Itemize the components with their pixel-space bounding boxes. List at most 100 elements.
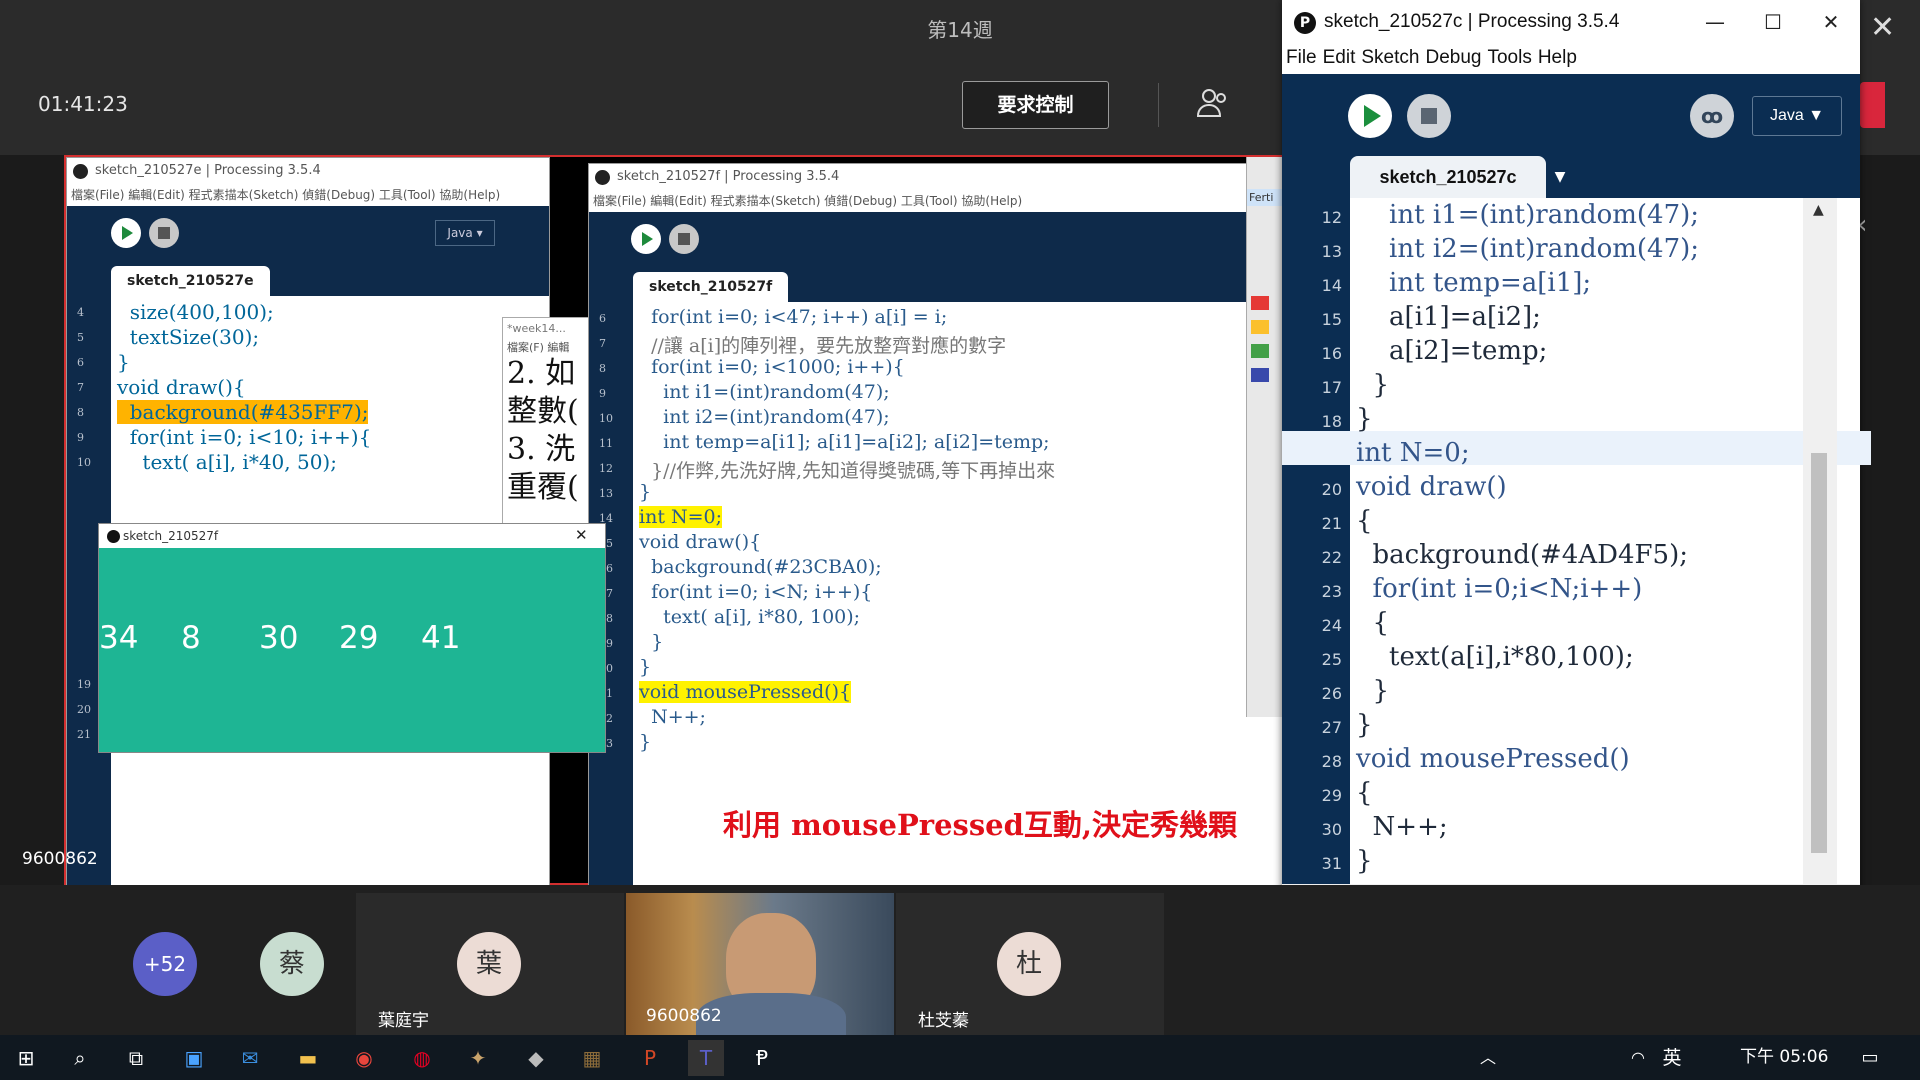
menu-tools[interactable]: Tools (1487, 47, 1531, 68)
more-participants-button[interactable]: +52 (133, 932, 197, 996)
code-line[interactable]: } (1356, 846, 1373, 876)
code-line[interactable]: void draw(){ (117, 375, 246, 399)
run-button[interactable] (111, 218, 141, 248)
menu-file[interactable]: File (1286, 47, 1317, 68)
menu-sketch[interactable]: Sketch (1361, 47, 1419, 68)
code-line[interactable]: } (639, 481, 651, 503)
tab-sketch-c[interactable]: sketch_210527c (1350, 156, 1546, 198)
scrollbar-thumb[interactable] (1811, 453, 1827, 853)
code-line[interactable]: //讓 a[i]的陣列裡，要先放整齊對應的數字 (639, 331, 1006, 358)
close-icon[interactable]: ✕ (575, 526, 588, 544)
code-line[interactable]: } (1356, 710, 1373, 740)
code-line[interactable]: void mousePressed(){ (639, 681, 852, 703)
ime-indicator[interactable]: 英 (1654, 1040, 1690, 1076)
code-line[interactable]: N++; (639, 706, 706, 728)
pinterest-icon[interactable]: ◍ (404, 1040, 440, 1076)
start-icon[interactable]: ⊞ (8, 1040, 44, 1076)
tab-sketch-e[interactable]: sketch_210527e (111, 266, 270, 296)
notification-icon[interactable]: ▭ (1852, 1040, 1888, 1076)
mail-icon[interactable]: ✉ (232, 1040, 268, 1076)
code-line[interactable]: int N=0; (639, 506, 723, 528)
code-line[interactable]: background(#4AD4F5); (1356, 540, 1688, 570)
notepad-menu[interactable]: 檔案(F) 編輯 (503, 339, 591, 355)
tray-chevron-icon[interactable]: ︿ (1470, 1040, 1506, 1076)
code-line[interactable]: a[i2]=temp; (1356, 336, 1547, 366)
code-editor[interactable]: int i1=(int)random(47); int i2=(int)rand… (1282, 198, 1871, 884)
code-line[interactable]: void mousePressed() (1356, 744, 1630, 774)
store-icon[interactable]: ▣ (176, 1040, 212, 1076)
code-line[interactable]: } (639, 656, 651, 678)
code-line[interactable]: int i1=(int)random(47); (1356, 200, 1699, 230)
code-line[interactable]: text( a[i], i*40, 50); (117, 450, 337, 474)
search-icon[interactable]: ⌕ (62, 1040, 98, 1076)
maximize-icon[interactable]: ☐ (1744, 0, 1802, 44)
task-view-icon[interactable]: ⧉ (118, 1040, 154, 1076)
mode-select[interactable]: Java ▼ (1752, 96, 1842, 136)
code-line[interactable]: } (117, 350, 130, 374)
code-line[interactable]: int i1=(int)random(47); (639, 381, 890, 403)
processing-icon[interactable]: Ᵽ (744, 1040, 780, 1076)
mode-select[interactable]: Java ▾ (435, 220, 495, 246)
file-explorer-icon[interactable]: ▬ (290, 1040, 326, 1076)
code-line[interactable]: }//作弊,先洗好牌,先知道得獎號碼,等下再掉出來 (639, 456, 1055, 483)
teams-icon[interactable]: T (688, 1040, 724, 1076)
code-line[interactable]: } (1356, 404, 1373, 434)
vertical-scrollbar[interactable]: ▲ (1803, 198, 1837, 884)
menu-help[interactable]: Help (1538, 47, 1577, 68)
debug-button[interactable]: ꝏ (1690, 94, 1734, 138)
app-icon[interactable]: ✦ (460, 1040, 496, 1076)
code-line[interactable]: text( a[i], i*80, 100); (639, 606, 860, 628)
close-icon[interactable]: ✕ (1870, 10, 1895, 45)
powerpoint-icon[interactable]: P (632, 1040, 668, 1076)
leave-button[interactable] (1860, 82, 1885, 128)
stop-button[interactable] (669, 224, 699, 254)
people-icon[interactable] (1196, 86, 1230, 120)
code-line[interactable]: void draw() (1356, 472, 1507, 502)
minimize-icon[interactable]: — (1686, 0, 1744, 44)
app-icon[interactable]: ◆ (518, 1040, 554, 1076)
run-button[interactable] (631, 224, 661, 254)
wifi-icon[interactable]: ◠ (1620, 1040, 1656, 1076)
code-line[interactable]: for(int i=0; i<N; i++){ (639, 581, 872, 603)
code-line[interactable]: int temp=a[i1]; (1356, 268, 1591, 298)
code-line[interactable]: int temp=a[i1]; a[i1]=a[i2]; a[i2]=temp; (639, 431, 1049, 453)
code-line[interactable]: size(400,100); (117, 300, 274, 324)
menu-bar[interactable]: 檔案(File) 編輯(Edit) 程式素描本(Sketch) 偵錯(Debug… (589, 190, 1287, 212)
menu-edit[interactable]: Edit (1323, 47, 1356, 68)
code-line[interactable]: int N=0; (1356, 438, 1470, 468)
code-line[interactable]: text(a[i],i*80,100); (1356, 642, 1634, 672)
taskbar-clock[interactable]: 下午 05:06 (1740, 1035, 1828, 1080)
code-line[interactable]: background(#23CBA0); (639, 556, 882, 578)
code-line[interactable]: for(int i=0; i<1000; i++){ (639, 356, 905, 378)
tab-menu-arrow-icon[interactable]: ▼ (1546, 156, 1574, 198)
code-line[interactable]: { (1356, 778, 1373, 808)
code-line[interactable]: for(int i=0;i<N;i++) (1356, 574, 1643, 604)
code-line[interactable]: for(int i=0; i<47; i++) a[i] = i; (639, 306, 947, 328)
menu-bar[interactable]: 檔案(File) 編輯(Edit) 程式素描本(Sketch) 偵錯(Debug… (67, 184, 549, 206)
menu-debug[interactable]: Debug (1425, 47, 1481, 68)
code-line[interactable]: for(int i=0; i<10; i++){ (117, 425, 372, 449)
code-line[interactable]: N++; (1356, 812, 1448, 842)
close-icon[interactable]: ✕ (1802, 0, 1860, 44)
code-line[interactable]: } (639, 631, 663, 653)
scroll-up-icon[interactable]: ▲ (1813, 202, 1824, 218)
code-line[interactable]: int i2=(int)random(47); (639, 406, 890, 428)
stop-button[interactable] (149, 218, 179, 248)
code-line[interactable]: void draw(){ (639, 531, 761, 553)
code-editor[interactable]: for(int i=0; i<47; i++) a[i] = i; 6 //讓 a… (599, 302, 1287, 886)
code-line[interactable]: { (1356, 506, 1373, 536)
code-line[interactable]: background(#435FF7); (117, 400, 369, 424)
stop-button[interactable] (1407, 94, 1451, 138)
code-line[interactable]: int i2=(int)random(47); (1356, 234, 1699, 264)
chrome-icon[interactable]: ◉ (346, 1040, 382, 1076)
request-control-button[interactable]: 要求控制 (962, 81, 1109, 129)
code-line[interactable]: a[i1]=a[i2]; (1356, 302, 1541, 332)
code-line[interactable]: } (1356, 370, 1390, 400)
run-button[interactable] (1348, 94, 1392, 138)
code-line[interactable]: { (1356, 608, 1390, 638)
code-line[interactable]: } (639, 731, 651, 753)
code-line[interactable]: textSize(30); (117, 325, 259, 349)
app-icon[interactable]: ▦ (574, 1040, 610, 1076)
code-line[interactable]: } (1356, 676, 1390, 706)
tab-sketch-f[interactable]: sketch_210527f (633, 272, 789, 302)
